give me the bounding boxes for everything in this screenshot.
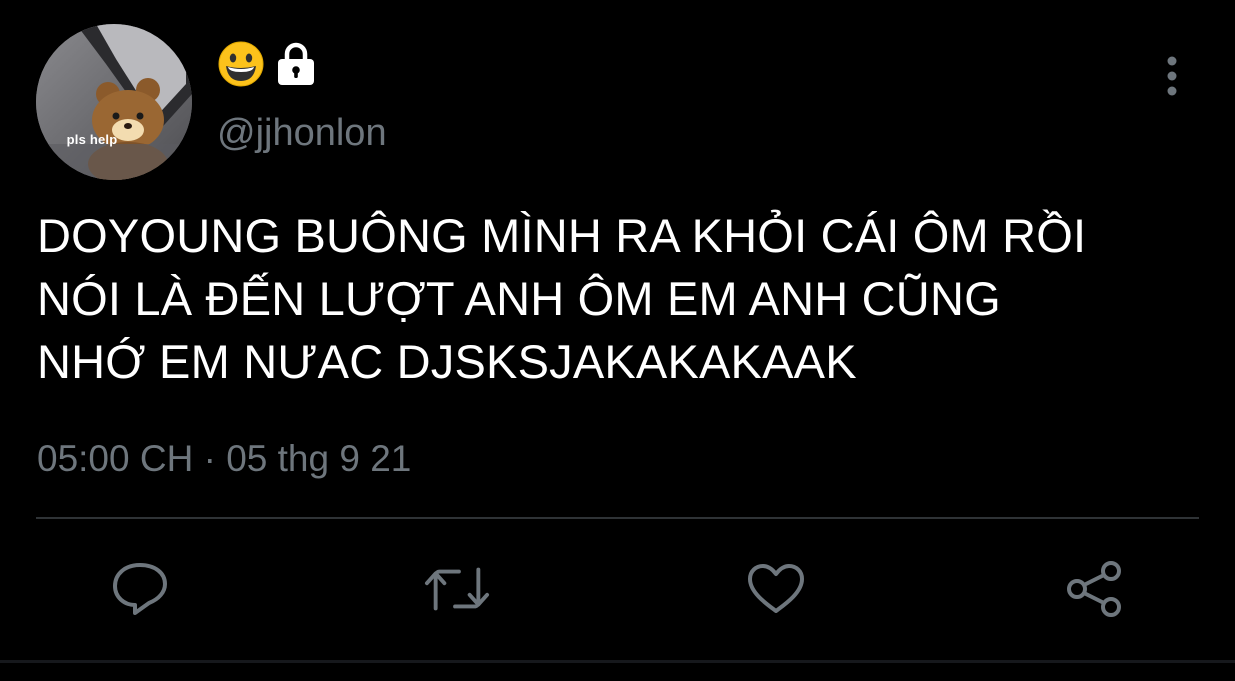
tweet-detail: pls help @jjhonlon DOYOUNG BUÔNG MÌNH RA… <box>0 0 1235 681</box>
like-button[interactable] <box>743 556 809 622</box>
more-options-button[interactable] <box>1154 52 1190 100</box>
heart-icon <box>748 564 804 613</box>
tweet-text: DOYOUNG BUÔNG MÌNH RA KHỎI CÁI ÔM RỒI NÓ… <box>37 209 1087 388</box>
avatar[interactable]: pls help <box>36 24 192 180</box>
retweet-button[interactable] <box>424 556 490 622</box>
tweet-timestamp[interactable]: 05:00 CH · 05 thg 9 21 <box>37 436 411 482</box>
smiley-emoji-icon <box>217 40 265 93</box>
user-handle[interactable]: @jjhonlon <box>217 110 387 156</box>
reply-button[interactable] <box>107 556 173 622</box>
more-vertical-icon <box>1167 56 1177 96</box>
bottom-divider <box>0 660 1235 663</box>
avatar-caption: pls help <box>66 132 118 147</box>
divider <box>36 517 1199 519</box>
lock-icon <box>275 42 317 91</box>
share-button[interactable] <box>1061 556 1127 622</box>
share-icon <box>1067 561 1121 617</box>
display-name-row[interactable] <box>217 40 317 93</box>
reply-icon <box>113 563 167 615</box>
avatar-image <box>36 24 192 180</box>
retweet-icon <box>424 567 490 611</box>
